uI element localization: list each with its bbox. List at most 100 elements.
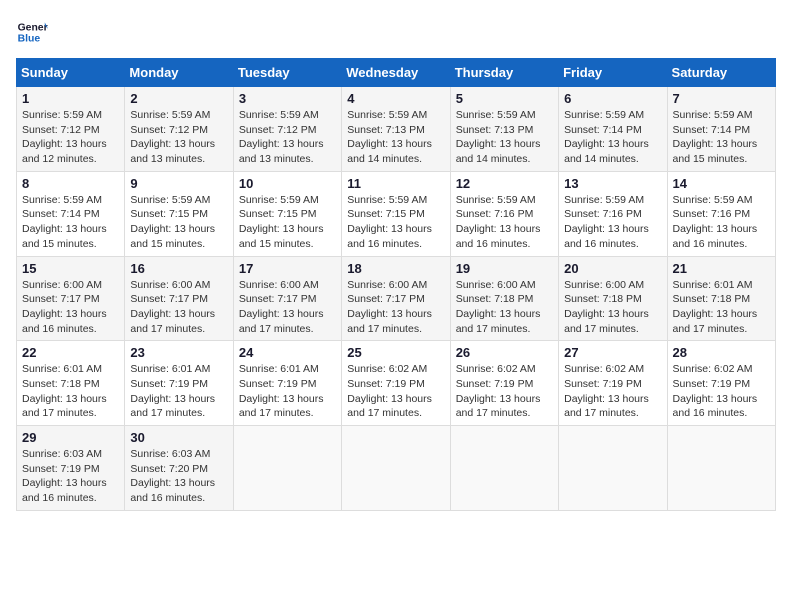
day-number: 15 (22, 261, 119, 276)
day-number: 4 (347, 91, 444, 106)
day-info: Sunrise: 6:00 AMSunset: 7:18 PMDaylight:… (456, 278, 553, 337)
calendar-cell: 7 Sunrise: 5:59 AMSunset: 7:14 PMDaylight… (667, 87, 775, 172)
day-info: Sunrise: 6:02 AMSunset: 7:19 PMDaylight:… (673, 362, 770, 421)
day-info: Sunrise: 6:02 AMSunset: 7:19 PMDaylight:… (347, 362, 444, 421)
day-number: 21 (673, 261, 770, 276)
page-header: General Blue (16, 16, 776, 48)
day-number: 5 (456, 91, 553, 106)
calendar-cell: 15 Sunrise: 6:00 AMSunset: 7:17 PMDayligh… (17, 256, 125, 341)
calendar-cell: 28 Sunrise: 6:02 AMSunset: 7:19 PMDayligh… (667, 341, 775, 426)
day-info: Sunrise: 5:59 AMSunset: 7:16 PMDaylight:… (564, 193, 661, 252)
logo: General Blue (16, 16, 52, 48)
day-info: Sunrise: 6:03 AMSunset: 7:19 PMDaylight:… (22, 447, 119, 506)
calendar-cell: 25 Sunrise: 6:02 AMSunset: 7:19 PMDayligh… (342, 341, 450, 426)
day-number: 14 (673, 176, 770, 191)
header-sunday: Sunday (17, 59, 125, 87)
svg-text:General: General (18, 22, 48, 33)
day-info: Sunrise: 5:59 AMSunset: 7:12 PMDaylight:… (239, 108, 336, 167)
day-info: Sunrise: 6:01 AMSunset: 7:18 PMDaylight:… (673, 278, 770, 337)
day-number: 20 (564, 261, 661, 276)
day-number: 19 (456, 261, 553, 276)
day-info: Sunrise: 6:01 AMSunset: 7:19 PMDaylight:… (239, 362, 336, 421)
calendar-cell (667, 426, 775, 511)
svg-text:Blue: Blue (18, 34, 41, 45)
day-number: 22 (22, 345, 119, 360)
day-info: Sunrise: 5:59 AMSunset: 7:16 PMDaylight:… (456, 193, 553, 252)
day-info: Sunrise: 6:00 AMSunset: 7:18 PMDaylight:… (564, 278, 661, 337)
calendar-cell: 2 Sunrise: 5:59 AMSunset: 7:12 PMDaylight… (125, 87, 233, 172)
calendar-cell: 8 Sunrise: 5:59 AMSunset: 7:14 PMDaylight… (17, 171, 125, 256)
day-number: 27 (564, 345, 661, 360)
day-info: Sunrise: 5:59 AMSunset: 7:13 PMDaylight:… (456, 108, 553, 167)
day-info: Sunrise: 5:59 AMSunset: 7:15 PMDaylight:… (130, 193, 227, 252)
calendar-cell: 1 Sunrise: 5:59 AMSunset: 7:12 PMDaylight… (17, 87, 125, 172)
day-info: Sunrise: 6:03 AMSunset: 7:20 PMDaylight:… (130, 447, 227, 506)
day-number: 23 (130, 345, 227, 360)
calendar-table: SundayMondayTuesdayWednesdayThursdayFrid… (16, 58, 776, 511)
calendar-cell: 5 Sunrise: 5:59 AMSunset: 7:13 PMDaylight… (450, 87, 558, 172)
calendar-cell (450, 426, 558, 511)
day-info: Sunrise: 6:01 AMSunset: 7:19 PMDaylight:… (130, 362, 227, 421)
calendar-week-row: 15 Sunrise: 6:00 AMSunset: 7:17 PMDayligh… (17, 256, 776, 341)
calendar-cell: 30 Sunrise: 6:03 AMSunset: 7:20 PMDayligh… (125, 426, 233, 511)
day-info: Sunrise: 6:00 AMSunset: 7:17 PMDaylight:… (130, 278, 227, 337)
calendar-cell: 11Sunrise: 5:59 AMSunset: 7:15 PMDayligh… (342, 171, 450, 256)
calendar-cell: 9 Sunrise: 5:59 AMSunset: 7:15 PMDaylight… (125, 171, 233, 256)
day-number: 9 (130, 176, 227, 191)
day-number: 28 (673, 345, 770, 360)
day-info: Sunrise: 5:59 AMSunset: 7:12 PMDaylight:… (22, 108, 119, 167)
day-number: 10 (239, 176, 336, 191)
calendar-cell: 26 Sunrise: 6:02 AMSunset: 7:19 PMDayligh… (450, 341, 558, 426)
day-info: Sunrise: 6:00 AMSunset: 7:17 PMDaylight:… (22, 278, 119, 337)
header-saturday: Saturday (667, 59, 775, 87)
day-info: Sunrise: 6:00 AMSunset: 7:17 PMDaylight:… (239, 278, 336, 337)
calendar-week-row: 1 Sunrise: 5:59 AMSunset: 7:12 PMDaylight… (17, 87, 776, 172)
day-info: Sunrise: 5:59 AMSunset: 7:16 PMDaylight:… (673, 193, 770, 252)
calendar-cell: 27 Sunrise: 6:02 AMSunset: 7:19 PMDayligh… (559, 341, 667, 426)
day-number: 2 (130, 91, 227, 106)
calendar-cell: 21 Sunrise: 6:01 AMSunset: 7:18 PMDayligh… (667, 256, 775, 341)
calendar-cell: 6 Sunrise: 5:59 AMSunset: 7:14 PMDaylight… (559, 87, 667, 172)
day-number: 29 (22, 430, 119, 445)
day-info: Sunrise: 5:59 AMSunset: 7:14 PMDaylight:… (564, 108, 661, 167)
day-info: Sunrise: 6:01 AMSunset: 7:18 PMDaylight:… (22, 362, 119, 421)
day-number: 26 (456, 345, 553, 360)
calendar-cell: 10Sunrise: 5:59 AMSunset: 7:15 PMDayligh… (233, 171, 341, 256)
calendar-cell (342, 426, 450, 511)
day-number: 1 (22, 91, 119, 106)
header-tuesday: Tuesday (233, 59, 341, 87)
header-thursday: Thursday (450, 59, 558, 87)
day-number: 16 (130, 261, 227, 276)
day-number: 3 (239, 91, 336, 106)
calendar-week-row: 8 Sunrise: 5:59 AMSunset: 7:14 PMDaylight… (17, 171, 776, 256)
day-number: 6 (564, 91, 661, 106)
calendar-cell: 14 Sunrise: 5:59 AMSunset: 7:16 PMDayligh… (667, 171, 775, 256)
day-number: 7 (673, 91, 770, 106)
day-number: 17 (239, 261, 336, 276)
day-number: 30 (130, 430, 227, 445)
calendar-cell: 20 Sunrise: 6:00 AMSunset: 7:18 PMDayligh… (559, 256, 667, 341)
calendar-cell: 13 Sunrise: 5:59 AMSunset: 7:16 PMDayligh… (559, 171, 667, 256)
day-info: Sunrise: 6:02 AMSunset: 7:19 PMDaylight:… (456, 362, 553, 421)
day-number: 25 (347, 345, 444, 360)
logo-icon: General Blue (16, 16, 48, 48)
day-info: Sunrise: 6:00 AMSunset: 7:17 PMDaylight:… (347, 278, 444, 337)
calendar-cell: 4 Sunrise: 5:59 AMSunset: 7:13 PMDaylight… (342, 87, 450, 172)
calendar-cell: 29 Sunrise: 6:03 AMSunset: 7:19 PMDayligh… (17, 426, 125, 511)
calendar-week-row: 29 Sunrise: 6:03 AMSunset: 7:19 PMDayligh… (17, 426, 776, 511)
day-info: Sunrise: 5:59 AMSunset: 7:14 PMDaylight:… (673, 108, 770, 167)
calendar-cell: 12Sunrise: 5:59 AMSunset: 7:16 PMDayligh… (450, 171, 558, 256)
day-number: 11 (347, 176, 444, 191)
day-info: Sunrise: 5:59 AMSunset: 7:13 PMDaylight:… (347, 108, 444, 167)
day-info: Sunrise: 5:59 AMSunset: 7:14 PMDaylight:… (22, 193, 119, 252)
day-number: 8 (22, 176, 119, 191)
header-friday: Friday (559, 59, 667, 87)
calendar-cell: 19 Sunrise: 6:00 AMSunset: 7:18 PMDayligh… (450, 256, 558, 341)
calendar-cell (559, 426, 667, 511)
day-info: Sunrise: 6:02 AMSunset: 7:19 PMDaylight:… (564, 362, 661, 421)
calendar-cell: 24Sunrise: 6:01 AMSunset: 7:19 PMDayligh… (233, 341, 341, 426)
day-number: 18 (347, 261, 444, 276)
day-number: 13 (564, 176, 661, 191)
calendar-cell: 23 Sunrise: 6:01 AMSunset: 7:19 PMDayligh… (125, 341, 233, 426)
day-info: Sunrise: 5:59 AMSunset: 7:12 PMDaylight:… (130, 108, 227, 167)
